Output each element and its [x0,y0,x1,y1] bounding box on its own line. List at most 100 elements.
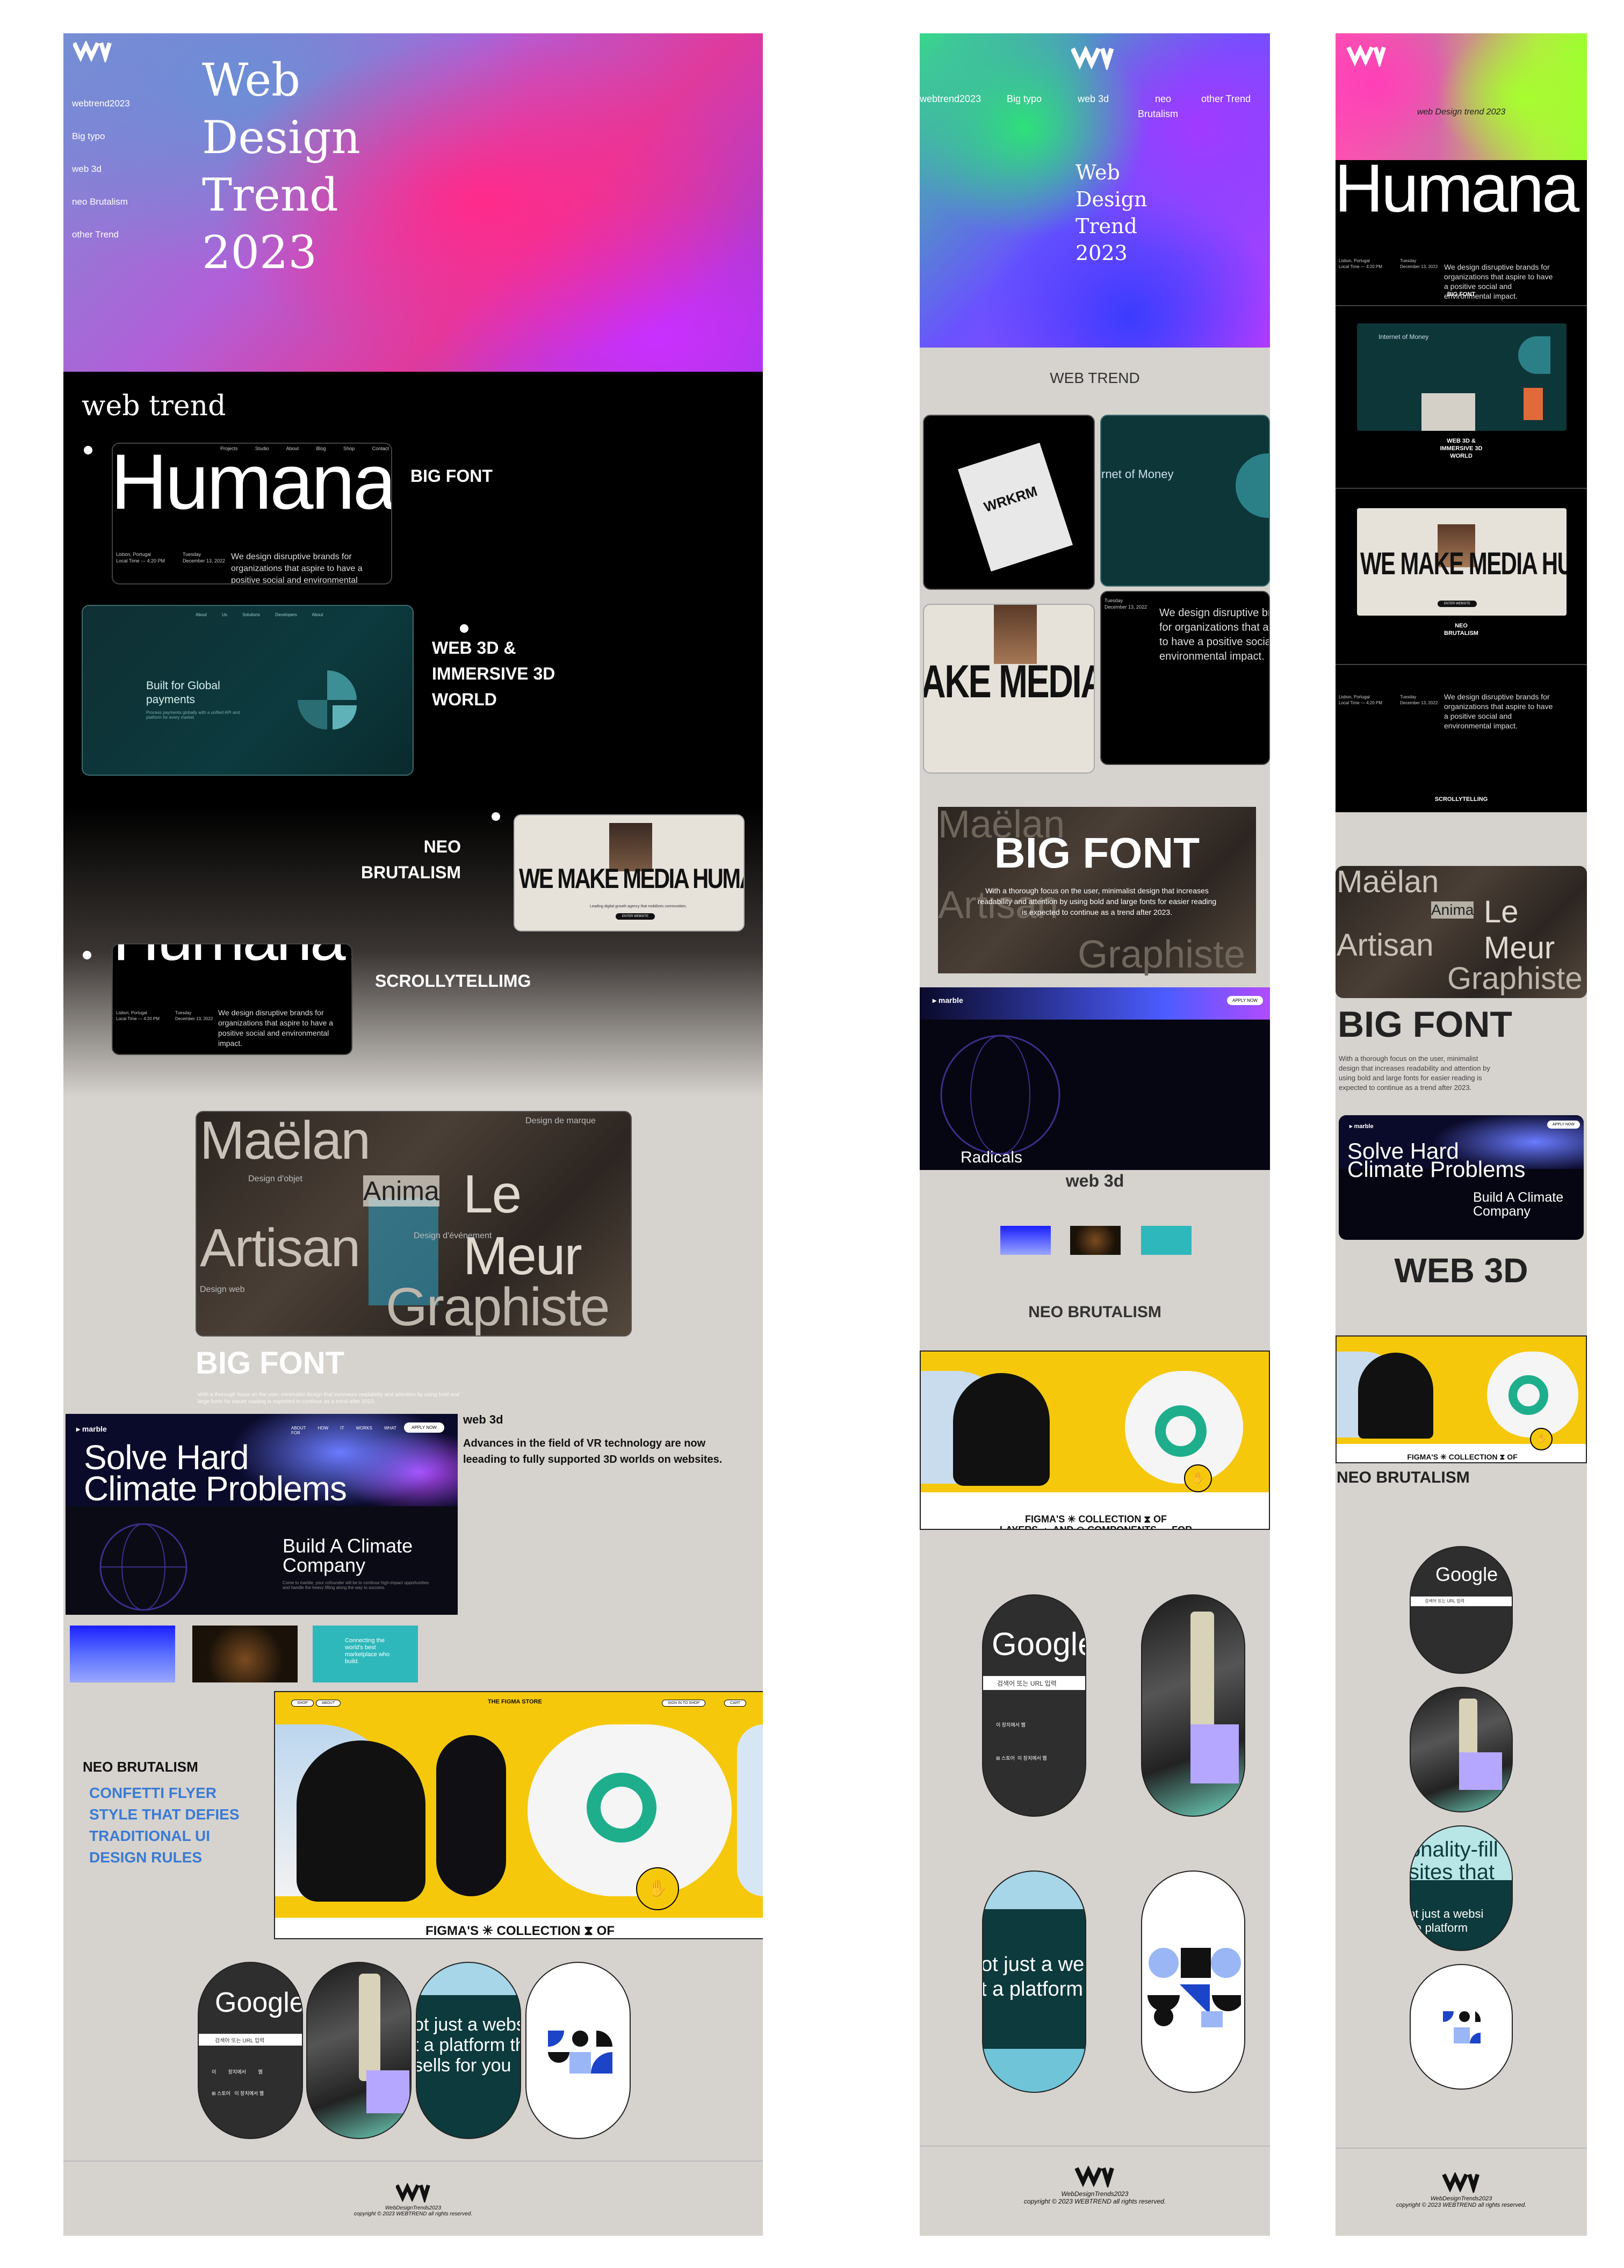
mobile-pill-wine[interactable] [1410,1687,1513,1812]
tablet-workroom[interactable]: WRKRM [923,415,1095,590]
tablet-w-logo-icon[interactable] [1070,45,1114,73]
label-scrolly: SCROLLYTELLIMG [375,971,531,991]
nav-other-trend[interactable]: other Trend [72,218,130,251]
w-logo-icon[interactable] [72,40,112,65]
figma-about-btn[interactable]: ABOUT [316,1700,341,1707]
tablet-nav-bigtypo[interactable]: Big typo [1007,93,1042,105]
typo-collage[interactable]: Maëlan Design de marque Design d'objet A… [196,1111,632,1337]
trend-dot [460,624,468,633]
mobile-marble-brand: ▸ marble [1349,1123,1374,1130]
mobile-humana-date: Tuesday December 13, 2022 [1400,258,1438,269]
pill-website[interactable]: ot just a websi t a platform th sells for … [416,1962,521,2139]
tablet-pill-google[interactable]: Google 검색어 또는 URL 입력 이 장치에서 웹 ⊞ 스토어 이 장치… [982,1594,1086,1817]
marble-cta[interactable]: APPLY NOW [404,1422,444,1433]
globe-icon [99,1523,187,1611]
typo-graphiste: Graphiste [386,1277,610,1337]
pill-google[interactable]: Google 검색어 또는 URL 입력 이 장치에서 웹 ⊞ 스토어 이 장치… [198,1962,303,2139]
tablet-media[interactable]: AKE MEDIA HI [923,604,1095,774]
mobile-pill-shapes[interactable] [1410,1964,1513,2090]
tablet-pill-website[interactable]: ot just a websit a platform th [982,1870,1086,2093]
trend-dot [83,951,91,959]
marble-card[interactable]: ▸ marble ABOUT HOW IT WORKS WHAT WE LOOK… [66,1414,458,1615]
mobile-media-card[interactable]: WE MAKE MEDIA HUMAN ENTER WEBSITE [1357,508,1567,616]
mobile-typo-card[interactable]: Maëlan Anima Le Meur Artisan Graphiste [1336,866,1587,998]
hamburger-menu-icon[interactable] [1561,46,1583,62]
tablet-marble-cta[interactable]: APPLY NOW [1227,996,1263,1005]
typo-design-marque: Design de marque [525,1116,596,1125]
figma-shop-btn[interactable]: SHOP [291,1700,314,1707]
pill-website-top [417,1963,520,1995]
tablet-pill-wine[interactable] [1141,1594,1245,1817]
big-font-body: With a thorough focus on the user, minim… [198,1392,459,1405]
tablet-figma-card[interactable]: ✋ FIGMA'S ✳ COLLECTION ⧗ OF LAYERS ▲ AND… [920,1350,1270,1530]
tablet-footer-logo-icon [1074,2165,1114,2190]
tablet-thumb-3[interactable] [1141,1226,1192,1255]
tablet-figma-hand-icon: ✋ [1184,1464,1212,1492]
scroll-card[interactable]: Humana Lisbon, PortugalLocal Time — 4:20… [112,943,352,1055]
tablet-pill-shapes[interactable] [1141,1870,1245,2093]
tablet-marble-brand: ▸ marble [933,996,963,1005]
typo-design-evenement: Design d'événement [414,1231,492,1240]
tablet-nav-brutalism[interactable]: Brutalism [1138,109,1178,120]
mobile-footer: WebDesignTrends2023 copyright © 2023 WEB… [1336,2148,1587,2236]
mobile-scroll-location: Lisbon, Portugal Local Time — 4:20 PM [1339,695,1382,705]
thumb-dark-3d[interactable] [192,1626,298,1682]
web3d-desc: Advances in the field of VR technology a… [463,1438,723,1465]
mobile-w-logo-icon[interactable] [1346,44,1387,69]
mobile-money-desk [1421,393,1475,431]
tablet-money[interactable]: rnet of Money [1100,415,1270,587]
media-cta[interactable]: ENTER WEBSITE [616,913,655,920]
tablet-nav-other[interactable]: other Trend [1201,93,1251,105]
tablet-thumb-2[interactable] [1070,1226,1121,1255]
tablet-pill-google-search[interactable]: 검색어 또는 URL 입력 [983,1676,1085,1690]
figma-store-card[interactable]: THE FIGMA STORE SHOP ABOUT SIGN IN TO SH… [274,1691,763,1939]
tablet-nav-neo[interactable]: neo [1155,93,1171,105]
mobile-money-card[interactable]: Internet of Money [1357,323,1567,431]
mobile-typo-artisan: Artisan [1337,928,1434,963]
mobile-pill-website-text2: ot just a websi t a platform [1410,1907,1484,1934]
media-human-card[interactable]: WE MAKE MEDIA HUMAN Leading digital grow… [514,814,745,931]
thumb-teal[interactable]: Connecting the world's best marketplace wh… [313,1626,418,1682]
tablet-figma-caption-2: LAYERS ▲ AND ◎ COMPONENTS ↔ FOR [999,1525,1193,1530]
figma-signin-btn[interactable]: SIGN IN TO SHOP [662,1700,706,1707]
thumb-blue-3d[interactable] [70,1626,175,1682]
nav-webtrend2023[interactable]: webtrend2023 [72,87,130,120]
mobile-bigfont-heading: BIG FONT [1338,1004,1512,1045]
mobile-footer-site: WebDesignTrends2023 [1430,2195,1492,2202]
nav-neo-brutalism[interactable]: neo Brutalism [72,185,130,218]
label-big-font: BIG FONT [410,466,493,486]
mobile-pill-google-search[interactable]: 검색어 또는 URL 입력 [1411,1597,1512,1606]
mobile-humana-location: Lisbon, Portugal Local Time — 4:20 PM [1339,258,1382,269]
tablet-bigfont-card[interactable]: Maëlan Artisan Graphiste BIG FONT With a… [938,803,1256,976]
pill-shapes[interactable] [525,1962,631,2139]
tablet-thumb-1[interactable] [1000,1226,1051,1255]
mobile-marble-cta[interactable]: APPLY NOW [1547,1121,1580,1129]
tablet-nav-web3d[interactable]: web 3d [1078,93,1109,105]
mobile-typo-anima: Anima [1431,901,1474,919]
tablet-marble[interactable]: ▸ marble APPLY NOW Radicals [920,987,1270,1170]
nav-big-typo[interactable]: Big typo [72,120,130,153]
footer-copy: copyright © 2023 WEBTREND all rights res… [353,2211,473,2217]
mobile-pill-website[interactable]: onality-fill sites that ot just a websi t … [1410,1825,1513,1951]
figma-tape [587,1773,656,1843]
figma-cart-btn[interactable]: CART [724,1700,746,1707]
mobile-web3d-heading: WEB 3D [1394,1251,1528,1290]
nav-web-3d[interactable]: web 3d [72,153,130,185]
mobile-media-cta[interactable]: ENTER WEBSITE [1438,601,1477,607]
typo-design-objet: Design d'objet [248,1174,302,1183]
mobile-shapes-pattern-icon [1443,2011,1481,2043]
humana-card[interactable]: Projects Studio About Blog Shop Contact … [112,443,392,584]
mobile-money-shape [1518,336,1550,374]
pill-wine[interactable] [306,1962,412,2139]
figma-caption-2: LAYERS ▲ AND ◎ COMPONENTS ↔ FOR [275,1936,763,1938]
figma-shape-2 [436,1735,506,1896]
pill-google-search[interactable]: 검색어 또는 URL 입력 [199,2034,302,2046]
mobile-marble-card[interactable]: ▸ marble APPLY NOW Solve Hard Climate Pro… [1339,1115,1584,1240]
section-title: web trend [82,390,226,422]
tablet-nav-webtrend[interactable]: webtrend2023 [920,93,981,105]
mobile-typo-graphiste: Graphiste [1447,961,1583,996]
payments-card[interactable]: About Us Solutions Developers About Buil… [82,605,414,776]
tablet-humana-dark[interactable]: Tuesday December 13, 2022 We design disru… [1100,591,1270,765]
mobile-pill-google[interactable]: Google 검색어 또는 URL 입력 [1410,1546,1513,1674]
mobile-figma-card[interactable]: ✋ FIGMA'S ✳ COLLECTION ⧗ OF [1336,1335,1587,1463]
